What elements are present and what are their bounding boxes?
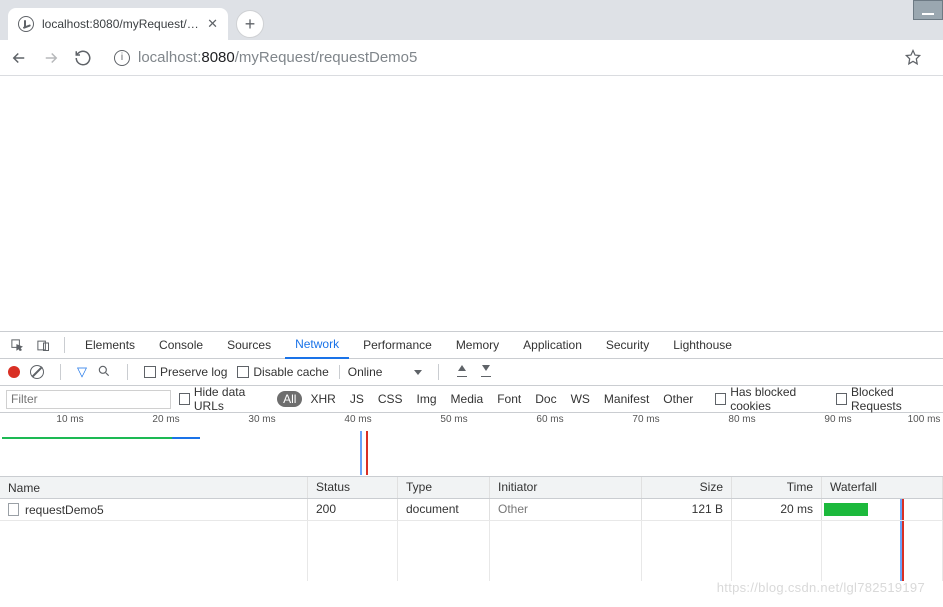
col-size[interactable]: Size xyxy=(642,477,732,498)
tab-security[interactable]: Security xyxy=(596,332,659,359)
site-info-icon[interactable]: i xyxy=(114,50,130,66)
tab-performance[interactable]: Performance xyxy=(353,332,442,359)
throttling-select[interactable]: Online xyxy=(339,365,423,379)
tab-elements[interactable]: Elements xyxy=(75,332,145,359)
device-toolbar-icon[interactable] xyxy=(32,334,54,356)
col-status[interactable]: Status xyxy=(308,477,398,498)
network-filter-bar: Hide data URLs All XHR JS CSS Img Media … xyxy=(0,386,943,413)
tab-application[interactable]: Application xyxy=(513,332,592,359)
upload-har-icon[interactable] xyxy=(455,365,469,379)
watermark-text: https://blog.csdn.net/lgl782519197 xyxy=(717,580,925,595)
type-filter-font[interactable]: Font xyxy=(491,391,527,407)
tab-sources[interactable]: Sources xyxy=(217,332,281,359)
request-initiator: Other xyxy=(490,499,642,520)
filter-input[interactable] xyxy=(6,390,171,409)
request-status: 200 xyxy=(308,499,398,520)
col-type[interactable]: Type xyxy=(398,477,490,498)
network-table-header: Name Status Type Initiator Size Time Wat… xyxy=(0,477,943,499)
type-filter-other[interactable]: Other xyxy=(657,391,699,407)
type-filter-list: All XHR JS CSS Img Media Font Doc WS Man… xyxy=(277,391,699,407)
back-button[interactable] xyxy=(8,47,30,69)
window-minimize-button[interactable] xyxy=(913,0,943,20)
col-waterfall[interactable]: Waterfall xyxy=(822,477,943,498)
filter-toggle-icon[interactable]: ▽ xyxy=(77,364,87,380)
request-time: 20 ms xyxy=(732,499,822,520)
col-initiator[interactable]: Initiator xyxy=(490,477,642,498)
blocked-requests-checkbox[interactable]: Blocked Requests xyxy=(836,385,937,413)
page-viewport xyxy=(0,76,943,331)
request-type: document xyxy=(398,499,490,520)
document-icon xyxy=(8,503,19,516)
has-blocked-cookies-checkbox[interactable]: Has blocked cookies xyxy=(715,385,828,413)
tab-title: localhost:8080/myRequest/req xyxy=(42,17,199,31)
address-bar: i localhost:8080/myRequest/requestDemo5 xyxy=(0,40,943,76)
devtools-tabs: Elements Console Sources Network Perform… xyxy=(0,332,943,359)
tab-memory[interactable]: Memory xyxy=(446,332,509,359)
type-filter-img[interactable]: Img xyxy=(411,391,443,407)
type-filter-manifest[interactable]: Manifest xyxy=(598,391,655,407)
request-waterfall xyxy=(822,499,943,520)
clear-button[interactable] xyxy=(30,365,44,379)
devtools-panel: Elements Console Sources Network Perform… xyxy=(0,331,943,581)
url-box[interactable]: i localhost:8080/myRequest/requestDemo5 xyxy=(114,49,893,66)
type-filter-xhr[interactable]: XHR xyxy=(304,391,341,407)
search-icon[interactable] xyxy=(97,364,111,381)
tab-network[interactable]: Network xyxy=(285,332,349,359)
browser-tab[interactable]: localhost:8080/myRequest/req ✕ xyxy=(8,8,228,40)
bookmark-star-icon[interactable] xyxy=(903,48,923,68)
url-text: localhost:8080/myRequest/requestDemo5 xyxy=(138,49,417,66)
tab-lighthouse[interactable]: Lighthouse xyxy=(663,332,742,359)
download-har-icon[interactable] xyxy=(479,365,493,379)
col-time[interactable]: Time xyxy=(732,477,822,498)
record-button[interactable] xyxy=(8,366,20,378)
col-name[interactable]: Name xyxy=(0,477,308,498)
inspect-element-icon[interactable] xyxy=(6,334,28,356)
chevron-down-icon xyxy=(414,370,422,375)
preserve-log-checkbox[interactable]: Preserve log xyxy=(144,365,227,379)
type-filter-media[interactable]: Media xyxy=(445,391,490,407)
close-tab-icon[interactable]: ✕ xyxy=(207,16,218,32)
type-filter-doc[interactable]: Doc xyxy=(529,391,562,407)
type-filter-all[interactable]: All xyxy=(277,391,302,407)
new-tab-button[interactable]: + xyxy=(236,10,264,38)
forward-button[interactable] xyxy=(40,47,62,69)
favicon-globe-icon xyxy=(18,16,34,32)
reload-button[interactable] xyxy=(72,47,94,69)
request-size: 121 B xyxy=(642,499,732,520)
request-name: requestDemo5 xyxy=(25,503,104,517)
table-empty-area xyxy=(0,521,943,581)
network-overview[interactable]: 10 ms 20 ms 30 ms 40 ms 50 ms 60 ms 70 m… xyxy=(0,413,943,477)
tab-console[interactable]: Console xyxy=(149,332,213,359)
type-filter-ws[interactable]: WS xyxy=(565,391,596,407)
table-row[interactable]: requestDemo5 200 document Other 121 B 20… xyxy=(0,499,943,521)
type-filter-js[interactable]: JS xyxy=(344,391,370,407)
disable-cache-checkbox[interactable]: Disable cache xyxy=(237,365,328,379)
type-filter-css[interactable]: CSS xyxy=(372,391,409,407)
hide-data-urls-checkbox[interactable]: Hide data URLs xyxy=(179,385,269,413)
overview-scale: 10 ms 20 ms 30 ms 40 ms 50 ms 60 ms 70 m… xyxy=(0,413,943,429)
network-toolbar: ▽ Preserve log Disable cache Online xyxy=(0,359,943,386)
tab-strip: localhost:8080/myRequest/req ✕ + xyxy=(0,0,943,40)
